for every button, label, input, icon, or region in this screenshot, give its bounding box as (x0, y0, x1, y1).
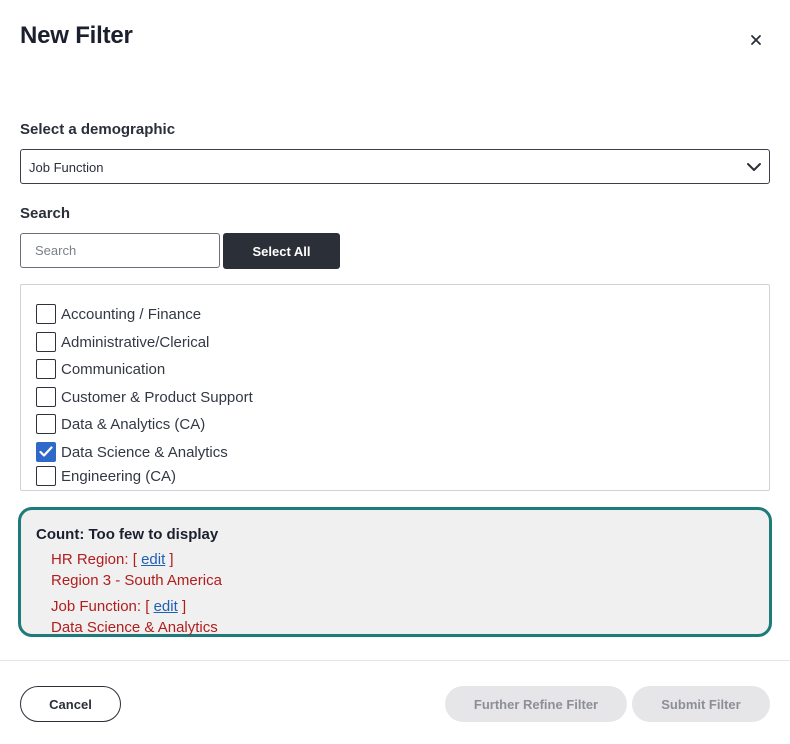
bracket-open: [ (145, 598, 150, 615)
bracket-open: [ (132, 551, 137, 568)
further-refine-filter-button[interactable]: Further Refine Filter (445, 686, 627, 722)
count-summary-panel: Count: Too few to display HR Region: [ e… (18, 507, 772, 637)
criteria-value: Region 3 - South America (51, 572, 222, 589)
count-title: Count: Too few to display (36, 526, 219, 543)
bracket-close: ] (169, 551, 174, 568)
checkbox[interactable] (36, 332, 56, 352)
option-label: Data & Analytics (CA) (61, 415, 206, 433)
bracket-close: ] (181, 598, 187, 615)
criteria-header: Job Function: [ edit ] (51, 598, 186, 615)
footer-divider (0, 660, 790, 661)
select-all-button[interactable]: Select All (223, 233, 340, 269)
checkbox[interactable] (36, 359, 56, 379)
option-label: Administrative/Clerical (61, 333, 210, 351)
options-list[interactable]: Accounting / Finance Administrative/Cler… (20, 284, 770, 491)
edit-link[interactable]: edit (141, 551, 165, 568)
demographic-selected-value: Job Function (29, 160, 104, 175)
option-label: Customer & Product Support (61, 388, 253, 406)
close-icon[interactable] (746, 30, 766, 50)
checkbox[interactable] (36, 414, 56, 434)
criteria-name: Job Function: (51, 598, 142, 615)
criteria-value: Data Science & Analytics (51, 619, 218, 636)
list-item[interactable]: Engineering (CA) (36, 464, 176, 488)
option-label: Accounting / Finance (61, 305, 202, 323)
modal-title: New Filter (20, 22, 133, 49)
list-item[interactable]: Data & Analytics (CA) (36, 412, 205, 436)
criteria-name: HR Region: (51, 551, 129, 568)
checkmark-icon (39, 446, 53, 457)
checkbox[interactable] (36, 387, 56, 407)
checkbox-checked[interactable] (36, 442, 56, 462)
cancel-button[interactable]: Cancel (20, 686, 121, 722)
option-label: Communication (61, 360, 166, 378)
option-label: Data Science & Analytics (61, 443, 228, 461)
list-item[interactable]: Administrative/Clerical (36, 330, 209, 354)
chevron-down-icon (745, 158, 763, 181)
checkbox[interactable] (36, 304, 56, 324)
demographic-select[interactable]: Job Function (20, 149, 770, 184)
checkbox[interactable] (36, 466, 56, 486)
list-item[interactable]: Customer & Product Support (36, 385, 253, 409)
search-input[interactable] (20, 233, 220, 268)
criteria-header: HR Region: [ edit ] (51, 551, 174, 568)
submit-filter-button[interactable]: Submit Filter (632, 686, 770, 722)
list-item[interactable]: Accounting / Finance (36, 302, 201, 326)
list-item[interactable]: Communication (36, 357, 165, 381)
new-filter-modal: New Filter Select a demographic Job Func… (0, 0, 790, 744)
list-item[interactable]: Data Science & Analytics (36, 440, 228, 464)
option-label: Engineering (CA) (61, 467, 177, 485)
edit-link[interactable]: edit (154, 598, 178, 615)
demographic-label: Select a demographic (20, 121, 176, 138)
search-label: Search (20, 205, 71, 222)
